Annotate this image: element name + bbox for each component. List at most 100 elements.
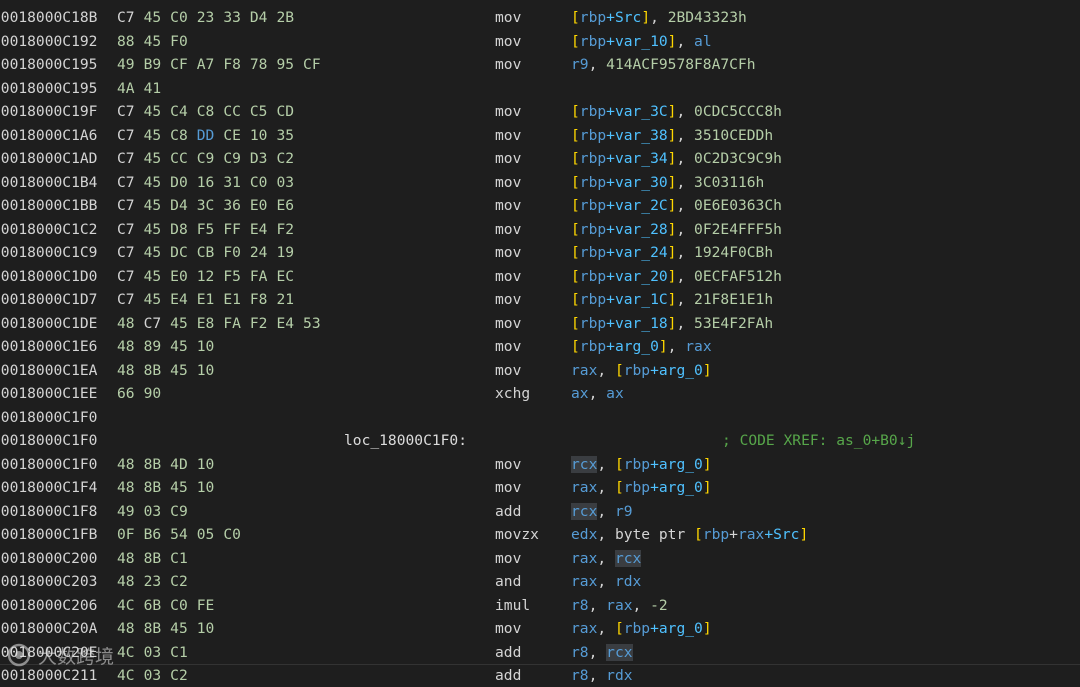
operand-reg[interactable]: rax bbox=[738, 526, 764, 543]
mnemonic[interactable]: imul bbox=[495, 594, 530, 617]
operand-num[interactable]: -2 bbox=[650, 597, 668, 614]
operand-reg[interactable]: rdx bbox=[606, 667, 632, 684]
operand-num[interactable]: 0C2D3C9C9h bbox=[694, 150, 782, 167]
mnemonic[interactable]: mov bbox=[495, 547, 521, 570]
listing-row[interactable]: 00018000C1BB C7 45 D4 3C 36 E0 E6 mov [rbp+var_2C… bbox=[0, 194, 1080, 217]
mnemonic[interactable]: xchg bbox=[495, 382, 530, 405]
address[interactable]: 00018000C192 bbox=[0, 30, 97, 53]
operand-reg[interactable]: rbp bbox=[580, 221, 606, 238]
disassembly-listing[interactable]: 00018000C18B C7 45 C0 23 33 D4 2B mov [rbp+Src], … bbox=[0, 0, 1080, 684]
listing-row[interactable]: 00018000C195 4A 41 bbox=[0, 77, 1080, 100]
listing-row[interactable]: 00018000C1F0 48 8B 4D 10 mov rcx, [rbp+arg_0] bbox=[0, 453, 1080, 476]
address[interactable]: 00018000C1EA bbox=[0, 359, 97, 382]
operand-reg[interactable]: rcx bbox=[571, 502, 598, 520]
listing-row[interactable]: 00018000C1C9 C7 45 DC CB F0 24 19 mov [rbp+var_24… bbox=[0, 241, 1080, 264]
address[interactable]: 00018000C203 bbox=[0, 570, 97, 593]
mnemonic[interactable]: mov bbox=[495, 6, 521, 29]
operand-reg[interactable]: rbp bbox=[580, 9, 606, 26]
operand-var[interactable]: +var_18 bbox=[606, 315, 668, 332]
operand-reg[interactable]: rbp bbox=[580, 244, 606, 261]
operand-num[interactable]: 0E6E0363Ch bbox=[694, 197, 782, 214]
address[interactable]: 00018000C200 bbox=[0, 547, 97, 570]
address[interactable]: 00018000C19F bbox=[0, 100, 97, 123]
operand-reg[interactable]: r8 bbox=[571, 597, 589, 614]
operand-num[interactable]: 0CDC5CCC8h bbox=[694, 103, 782, 120]
mnemonic[interactable]: mov bbox=[495, 194, 521, 217]
mnemonic[interactable]: mov bbox=[495, 359, 521, 382]
mnemonic[interactable]: movzx bbox=[495, 523, 539, 546]
operand-reg[interactable]: r8 bbox=[571, 644, 589, 661]
listing-row[interactable]: 00018000C1AD C7 45 CC C9 C9 D3 C2 mov [rbp+var_34… bbox=[0, 147, 1080, 170]
address[interactable]: 00018000C20A bbox=[0, 617, 97, 640]
listing-row[interactable]: 00018000C192 88 45 F0 mov [rbp+var_10], al bbox=[0, 30, 1080, 53]
operand-var[interactable]: +Src bbox=[764, 526, 799, 543]
mnemonic[interactable]: mov bbox=[495, 617, 521, 640]
mnemonic[interactable]: mov bbox=[495, 241, 521, 264]
operand-reg[interactable]: rbp bbox=[580, 103, 606, 120]
listing-row[interactable]: 00018000C1A6 C7 45 C8 DD CE 10 35 mov [rbp+var_38… bbox=[0, 124, 1080, 147]
operand-var[interactable]: +Src bbox=[606, 9, 641, 26]
listing-row[interactable]: 00018000C20E 4C 03 C1 add r8, rcx bbox=[0, 641, 1080, 665]
operand-num[interactable]: 0ECFAF512h bbox=[694, 268, 782, 285]
listing-row[interactable]: 00018000C1D7 C7 45 E4 E1 E1 F8 21 mov [rbp+var_1C… bbox=[0, 288, 1080, 311]
operand-num[interactable]: 3C03116h bbox=[694, 174, 764, 191]
operand-num[interactable]: 53E4F2FAh bbox=[694, 315, 773, 332]
mnemonic[interactable]: mov bbox=[495, 30, 521, 53]
address[interactable]: 00018000C1FB bbox=[0, 523, 97, 546]
mnemonic[interactable]: mov bbox=[495, 171, 521, 194]
address[interactable]: 00018000C1C9 bbox=[0, 241, 97, 264]
operand-reg[interactable]: rbp bbox=[580, 33, 606, 50]
listing-row[interactable]: 00018000C211 4C 03 C2 add r8, rdx bbox=[0, 664, 1080, 687]
operand-reg[interactable]: rbp bbox=[580, 127, 606, 144]
operand-num[interactable]: 1924F0CBh bbox=[694, 244, 773, 261]
operand-var[interactable]: +var_20 bbox=[606, 268, 668, 285]
operand-reg[interactable]: rbp bbox=[580, 150, 606, 167]
address[interactable]: 00018000C1BB bbox=[0, 194, 97, 217]
listing-row[interactable]: 00018000C1E6 48 89 45 10 mov [rbp+arg_0], rax bbox=[0, 335, 1080, 358]
operand-reg[interactable]: r9 bbox=[615, 503, 633, 520]
operand-reg[interactable]: rcx bbox=[571, 455, 598, 473]
operand-var[interactable]: +arg_0 bbox=[650, 456, 703, 473]
operand-reg[interactable]: al bbox=[694, 33, 712, 50]
address[interactable]: 00018000C1C2 bbox=[0, 218, 97, 241]
address[interactable]: 00018000C1D0 bbox=[0, 265, 97, 288]
operand-reg[interactable]: rbp bbox=[580, 338, 606, 355]
listing-row[interactable]: 00018000C200 48 8B C1 mov rax, rcx bbox=[0, 547, 1080, 570]
operand-reg[interactable]: rax bbox=[571, 573, 597, 590]
listing-row[interactable]: 00018000C20A 48 8B 45 10 mov rax, [rbp+arg_0] bbox=[0, 617, 1080, 640]
listing-row[interactable]: 00018000C1EA 48 8B 45 10 mov rax, [rbp+arg_0] bbox=[0, 359, 1080, 382]
operand-var[interactable]: +arg_0 bbox=[606, 338, 659, 355]
operand-reg[interactable]: rdx bbox=[615, 573, 641, 590]
operand-var[interactable]: +var_38 bbox=[606, 127, 668, 144]
listing-row[interactable]: 00018000C1C2 C7 45 D8 F5 FF E4 F2 mov [rbp+var_28… bbox=[0, 218, 1080, 241]
address[interactable]: 00018000C1F8 bbox=[0, 500, 97, 523]
operand-var[interactable]: +var_10 bbox=[606, 33, 668, 50]
mnemonic[interactable]: add bbox=[495, 641, 521, 664]
operand-var[interactable]: +var_34 bbox=[606, 150, 668, 167]
address[interactable]: 00018000C1B4 bbox=[0, 171, 97, 194]
operand-reg[interactable]: rbp bbox=[624, 479, 650, 496]
operand-var[interactable]: +var_1C bbox=[606, 291, 668, 308]
operand-num[interactable]: 0F2E4FFF5h bbox=[694, 221, 782, 238]
listing-row[interactable]: 00018000C206 4C 6B C0 FE imul r8, rax, -2 bbox=[0, 594, 1080, 617]
operand-reg[interactable]: rbp bbox=[624, 456, 650, 473]
mnemonic[interactable]: mov bbox=[495, 312, 521, 335]
operand-reg[interactable]: r8 bbox=[571, 667, 589, 684]
operand-var[interactable]: +var_2C bbox=[606, 197, 668, 214]
operand-reg[interactable]: rbp bbox=[624, 362, 650, 379]
listing-row[interactable]: 00018000C1EE 66 90 xchg ax, ax bbox=[0, 382, 1080, 405]
operand-var[interactable]: +arg_0 bbox=[650, 620, 703, 637]
mnemonic[interactable]: mov bbox=[495, 476, 521, 499]
operand-reg[interactable]: rax bbox=[571, 620, 597, 637]
operand-reg[interactable]: rbp bbox=[580, 268, 606, 285]
address[interactable]: 00018000C18B bbox=[0, 6, 97, 29]
listing-row[interactable]: 00018000C1F0 bbox=[0, 406, 1080, 429]
listing-row[interactable]: 00018000C19F C7 45 C4 C8 CC C5 CD mov [rbp+var_3C… bbox=[0, 100, 1080, 123]
operand-reg[interactable]: rbp bbox=[580, 197, 606, 214]
address[interactable]: 00018000C1F0 bbox=[0, 429, 97, 452]
operand-reg[interactable]: rax bbox=[571, 362, 597, 379]
address[interactable]: 00018000C1EE bbox=[0, 382, 97, 405]
operand-var[interactable]: +var_3C bbox=[606, 103, 668, 120]
mnemonic[interactable]: mov bbox=[495, 100, 521, 123]
mnemonic[interactable]: mov bbox=[495, 335, 521, 358]
